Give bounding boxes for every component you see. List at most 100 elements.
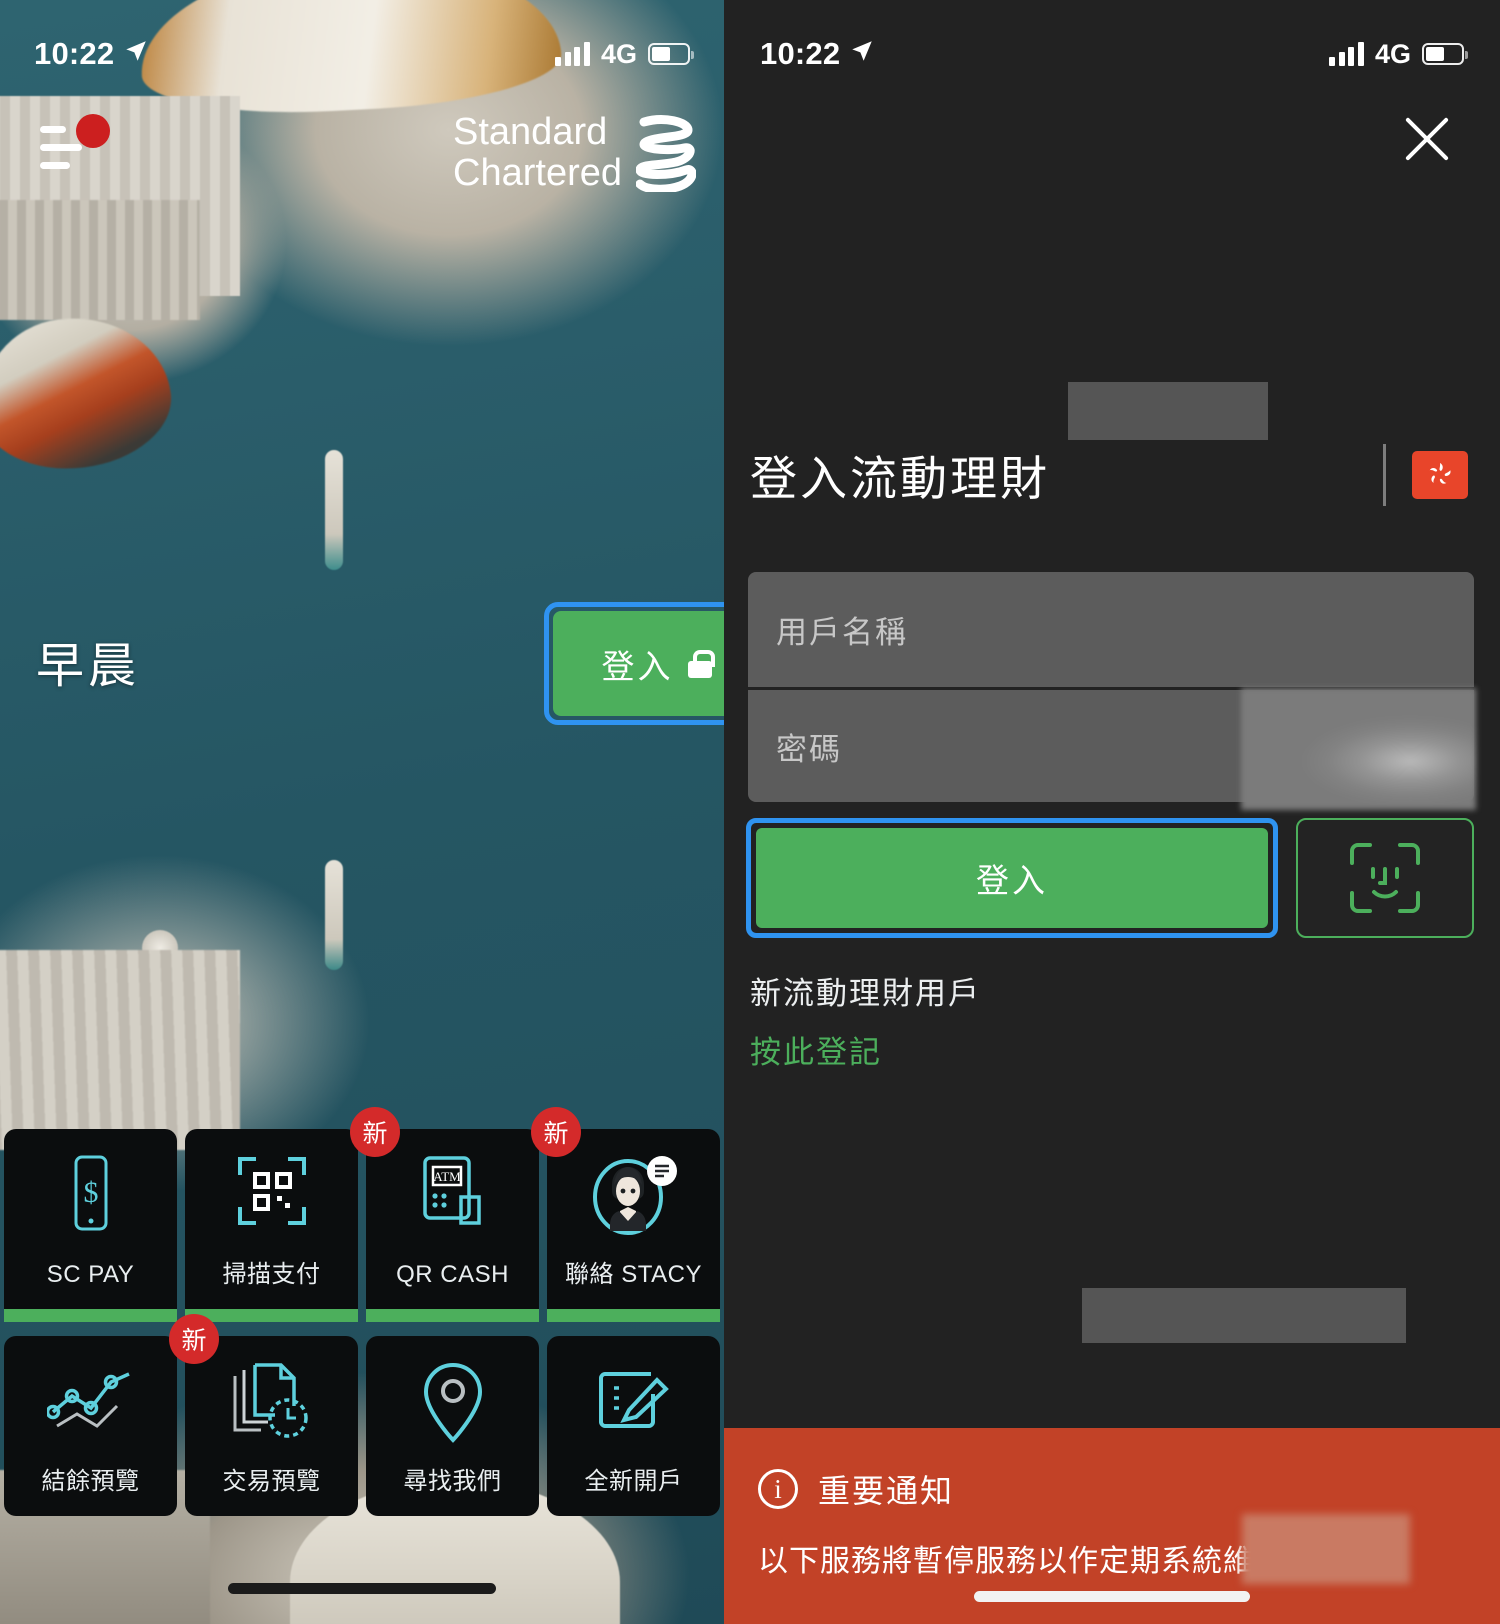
new-user-text: 新流動理財用戶 <box>750 976 981 1011</box>
login-title-row: 登入流動理財 <box>724 440 1500 509</box>
tile-new-account[interactable]: 全新開戶 <box>547 1336 720 1516</box>
login-button-focus-ring: 登入 <box>746 818 1278 938</box>
tile-row-1-accent-bars <box>0 1309 724 1322</box>
bg-deck-top-lower <box>0 200 200 320</box>
face-id-icon[interactable] <box>1296 818 1474 938</box>
tile-label: 交易預覽 <box>222 1468 321 1495</box>
tile-contact-stacy[interactable]: 新 聯絡 STACY <box>531 1107 720 1309</box>
left-login-button-inner: 登入 <box>553 611 724 716</box>
new-badge: 新 <box>169 1314 219 1364</box>
bg-red-boat <box>0 306 179 480</box>
status-time-group: 10:22 <box>34 36 149 72</box>
sign-form-pen-icon <box>595 1362 673 1443</box>
status-time: 10:22 <box>760 36 841 71</box>
status-right-group: 4G <box>1329 38 1468 70</box>
notice-title: 重要通知 <box>818 1473 955 1509</box>
right-home-indicator[interactable] <box>974 1591 1250 1602</box>
notice-body: 以下服務將暫停服務以作定期系統維護201 <box>758 1514 1466 1584</box>
accent-bar <box>366 1309 539 1322</box>
accent-bar <box>547 1309 720 1322</box>
tile-label: 尋找我們 <box>403 1468 502 1495</box>
tile-label: 結餘預覽 <box>41 1468 140 1495</box>
atm-machine-icon: ATM <box>417 1155 489 1238</box>
password-input[interactable]: 密碼 <box>748 687 1476 810</box>
map-pin-icon <box>420 1362 486 1449</box>
greeting-text: 早晨 <box>36 640 141 693</box>
tile-transaction-preview[interactable]: 新 交易預覽 <box>169 1314 358 1516</box>
svg-text:$: $ <box>83 1176 98 1209</box>
stacy-avatar-chat-icon <box>588 1155 680 1240</box>
bg-mooring-pole-1 <box>325 450 343 570</box>
right-status-bar: 10:22 4G <box>724 0 1500 86</box>
hamburger-menu-icon[interactable] <box>40 114 110 172</box>
brand-line-2: Chartered <box>453 152 622 195</box>
login-form: 用戶名稱 密碼 <box>748 572 1476 810</box>
username-placeholder: 用戶名稱 <box>776 615 908 650</box>
login-action-row: 登入 <box>746 818 1474 938</box>
battery-icon <box>1422 43 1468 65</box>
signal-bars-icon <box>1329 42 1364 66</box>
menu-line-2 <box>40 144 82 151</box>
hong-kong-flag-icon[interactable] <box>1412 450 1468 499</box>
tile-balance-preview[interactable]: 結餘預覽 <box>4 1336 177 1516</box>
left-home-indicator[interactable] <box>228 1583 496 1594</box>
login-button[interactable]: 登入 <box>756 828 1268 928</box>
bg-mooring-pole-2 <box>325 860 343 970</box>
password-placeholder: 密碼 <box>776 731 842 767</box>
left-login-button[interactable]: 登入 <box>544 602 724 725</box>
menu-line-3 <box>40 162 70 169</box>
tile-label: 全新開戶 <box>584 1468 683 1495</box>
line-chart-icon <box>45 1362 135 1437</box>
brand-line-1: Standard <box>453 111 608 153</box>
new-badge: 新 <box>350 1107 400 1157</box>
redaction-block-top <box>1068 382 1268 440</box>
tile-label: 聯絡 STACY <box>565 1261 702 1288</box>
tile-label: SC PAY <box>46 1261 135 1288</box>
tile-scan-pay[interactable]: 掃描支付 <box>185 1129 358 1309</box>
notice-redaction-blur <box>1242 1514 1410 1584</box>
close-icon[interactable] <box>1398 110 1456 168</box>
status-time-group: 10:22 <box>760 36 875 72</box>
left-status-bar: 10:22 4G <box>0 0 724 86</box>
tile-label: QR CASH <box>396 1261 509 1288</box>
brand-wordmark: Standard Chartered <box>453 111 622 195</box>
quick-action-tile-grid: $ SC PAY 掃描支付 新 ATM QR CASH 新 聯絡 STACY 結… <box>0 1107 724 1528</box>
location-arrow-icon <box>123 36 149 72</box>
tile-find-us[interactable]: 尋找我們 <box>366 1336 539 1516</box>
tile-qr-cash[interactable]: 新 ATM QR CASH <box>350 1107 539 1309</box>
tile-label: 掃描支付 <box>222 1261 321 1288</box>
page-title: 登入流動理財 <box>750 452 1050 505</box>
new-badge: 新 <box>531 1107 581 1157</box>
qr-scan-icon <box>236 1155 308 1232</box>
tile-row-2: 結餘預覽 新 交易預覽 尋找我們 全新開戶 <box>0 1314 724 1516</box>
right-screen-login: 10:22 4G 登入流動理財 用戶名稱 密碼 登入 新流動理財用戶 按此登記 … <box>724 0 1500 1624</box>
status-right-group: 4G <box>555 38 694 70</box>
battery-icon <box>648 43 694 65</box>
important-notice-banner[interactable]: i 重要通知 以下服務將暫停服務以作定期系統維護201 <box>724 1428 1500 1624</box>
standard-chartered-logo: Standard Chartered <box>453 111 696 195</box>
location-arrow-icon <box>849 36 875 72</box>
network-label: 4G <box>600 38 637 69</box>
left-login-label: 登入 <box>601 647 674 685</box>
lock-icon <box>687 649 715 678</box>
new-user-section: 新流動理財用戶 按此登記 <box>750 968 981 1072</box>
svg-text:ATM: ATM <box>433 1169 461 1184</box>
dual-screenshot-container: 10:22 4G Standard Chartered 早晨 登入 $ SC P… <box>0 0 1500 1624</box>
phone-dollar-icon: $ <box>65 1155 117 1236</box>
info-circle-icon: i <box>758 1469 798 1509</box>
tile-row-1: $ SC PAY 掃描支付 新 ATM QR CASH 新 聯絡 STACY <box>0 1107 724 1309</box>
username-input[interactable]: 用戶名稱 <box>748 572 1474 687</box>
left-screen-home: 10:22 4G Standard Chartered 早晨 登入 $ SC P… <box>0 0 724 1624</box>
status-time: 10:22 <box>34 36 115 71</box>
notice-header: i 重要通知 <box>758 1466 1466 1512</box>
password-redaction-blur <box>1241 688 1476 810</box>
title-divider <box>1383 443 1386 506</box>
network-label: 4G <box>1374 38 1411 69</box>
tile-sc-pay[interactable]: $ SC PAY <box>4 1129 177 1309</box>
accent-bar <box>4 1309 177 1322</box>
menu-line-1 <box>40 126 66 133</box>
bg-deck-bottom <box>0 950 240 1150</box>
redaction-block-bottom <box>1082 1288 1406 1343</box>
register-link[interactable]: 按此登記 <box>750 1027 981 1072</box>
document-clock-icon <box>232 1362 312 1447</box>
